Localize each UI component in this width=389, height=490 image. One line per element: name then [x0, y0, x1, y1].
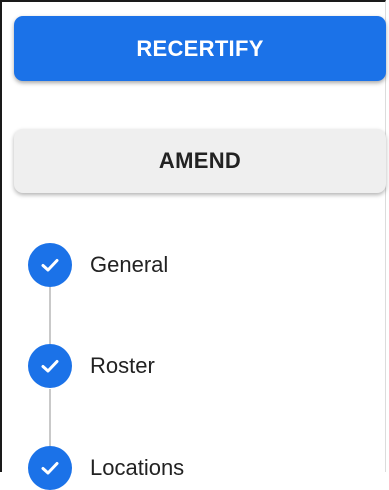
check-icon — [28, 344, 72, 388]
step-locations[interactable]: Locations — [28, 446, 184, 490]
progress-stepper: General Roster Locations — [0, 0, 389, 490]
check-icon — [28, 243, 72, 287]
step-connector — [49, 287, 51, 344]
step-connector — [49, 389, 51, 446]
step-label: Roster — [90, 353, 155, 378]
step-roster[interactable]: Roster — [28, 344, 155, 388]
step-label: Locations — [90, 455, 185, 480]
step-label: General — [90, 252, 169, 277]
step-general[interactable]: General — [28, 243, 168, 287]
check-icon — [28, 446, 72, 490]
